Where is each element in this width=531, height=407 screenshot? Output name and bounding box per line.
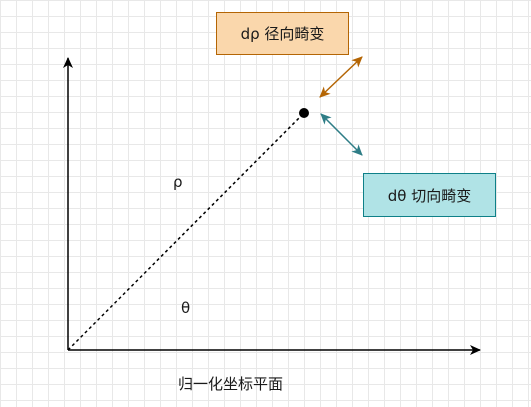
radial-distortion-label: dρ 径向畸变 — [240, 25, 325, 43]
tangential-distortion-label: dθ 切向畸变 — [387, 186, 472, 205]
tangential-distortion-box: dθ 切向畸变 — [363, 173, 496, 217]
sample-point — [299, 108, 309, 118]
radial-distortion-box: dρ 径向畸变 — [216, 12, 349, 55]
plane-label: 归一化坐标平面 — [178, 375, 284, 393]
radial-distortion-arrow — [319, 56, 363, 98]
rho-label: ρ — [173, 173, 183, 191]
theta-label: θ — [181, 299, 191, 317]
tangential-distortion-arrow — [320, 113, 363, 156]
